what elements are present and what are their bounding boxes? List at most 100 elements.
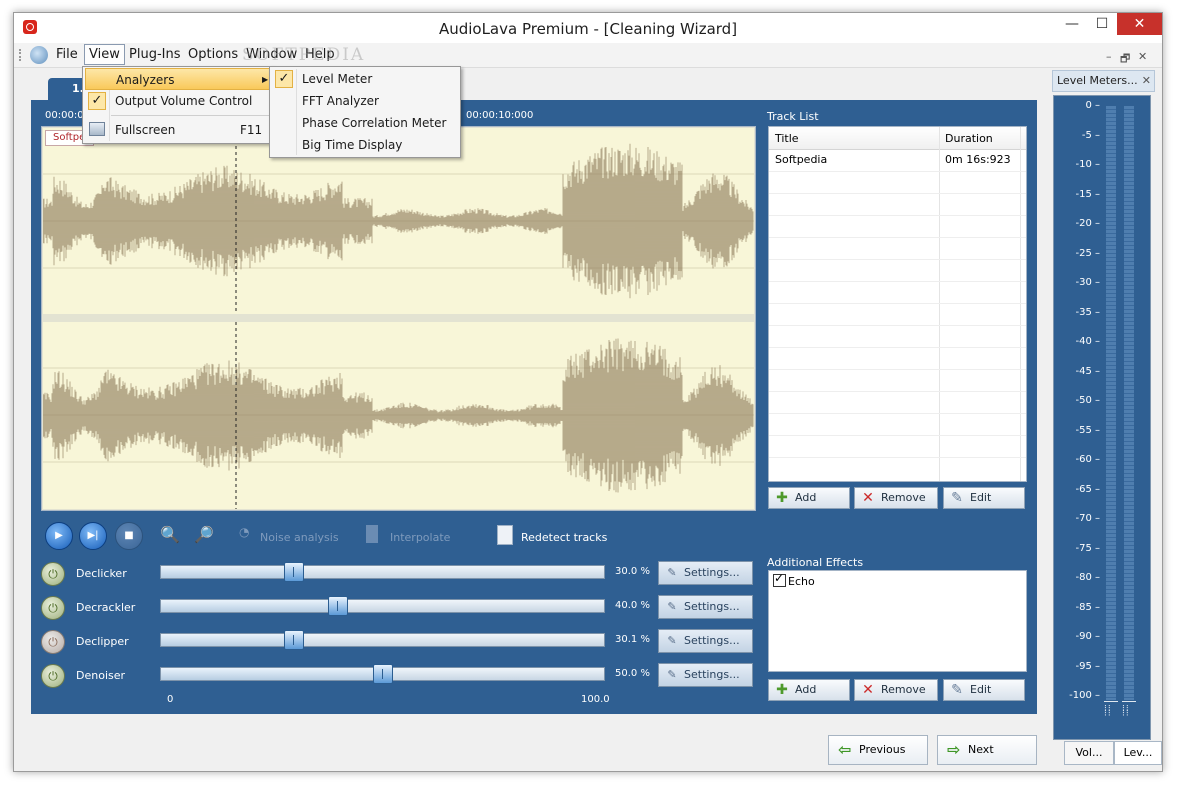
effect-remove-button[interactable]: ✕ Remove [854, 679, 938, 701]
menu-options[interactable]: Options [188, 47, 238, 62]
menu-item-fft-analyzer[interactable]: FFT Analyzer [272, 90, 458, 112]
analyzers-label: Analyzers [116, 73, 175, 87]
slider-fill [161, 634, 295, 646]
menu-view[interactable]: View [84, 44, 125, 65]
slider-thumb[interactable] [328, 596, 349, 616]
menu-item-big-time-display[interactable]: Big Time Display [272, 134, 458, 156]
declipper-value: 30.1 % [615, 634, 650, 645]
softpedia-watermark: SOFTPEDIA [242, 45, 366, 65]
declicker-settings-button[interactable]: ✎ Settings... [658, 561, 753, 585]
zoom-out-icon[interactable]: 🔎 [192, 525, 216, 547]
additional-effects-list[interactable]: Echo [768, 570, 1027, 672]
zoom-in-icon[interactable]: 🔍 [158, 525, 182, 547]
settings-pencil-icon: ✎ [667, 634, 677, 647]
db-scale-label: -50 – [1075, 395, 1100, 406]
toolbar-grip-icon[interactable] [19, 49, 23, 61]
table-row-empty [769, 303, 1026, 326]
denoiser-slider[interactable] [160, 664, 605, 684]
menu-file[interactable]: File [56, 47, 78, 62]
effect-edit-button[interactable]: ✎ Edit [943, 679, 1025, 701]
slider-thumb[interactable] [283, 562, 304, 582]
db-scale-label: -100 – [1069, 690, 1100, 701]
slider-fill [161, 668, 383, 680]
column-duration[interactable]: Duration [945, 132, 993, 145]
db-scale-label: -10 – [1075, 159, 1100, 170]
table-row[interactable]: Softpedia 0m 16s:923 [769, 149, 1026, 172]
settings-label: Settings... [684, 600, 740, 613]
waveform-channel-right[interactable] [43, 322, 754, 509]
echo-checkbox[interactable] [773, 571, 786, 587]
track-edit-button[interactable]: ✎ Edit [943, 487, 1025, 509]
menu-item-level-meter[interactable]: ✓ Level Meter [272, 68, 458, 90]
fft-analyzer-label: FFT Analyzer [302, 94, 379, 108]
decrackler-slider[interactable] [160, 596, 605, 616]
play-from-cursor-button[interactable]: ▶| [79, 522, 107, 550]
tab-volume[interactable]: Vol... [1064, 741, 1114, 765]
menu-item-analyzers[interactable]: Analyzers ▶ [85, 68, 271, 90]
next-button[interactable]: ⇨ Next [937, 735, 1037, 765]
mdi-restore-button[interactable]: 🗗 [1120, 50, 1130, 69]
menu-item-output-volume-control[interactable]: ✓ Output Volume Control [85, 90, 271, 112]
tab-level-meters[interactable]: Lev... [1114, 741, 1162, 765]
fullscreen-shortcut: F11 [240, 123, 263, 137]
table-row-empty [769, 347, 1026, 370]
track-add-label: Add [795, 491, 817, 504]
interpolate-button[interactable]: Interpolate [390, 531, 450, 544]
settings-label: Settings... [684, 634, 740, 647]
mdi-close-button[interactable]: ✕ [1138, 50, 1147, 63]
track-list[interactable]: Title Duration Softpedia 0m 16s:923 [768, 126, 1027, 482]
declicker-power-icon[interactable]: ⏻ [41, 562, 65, 586]
settings-label: Settings... [684, 668, 740, 681]
declipper-power-icon[interactable]: ⏻ [41, 630, 65, 654]
effect-add-label: Add [795, 683, 817, 696]
waveform-view[interactable]: Softpe [41, 126, 756, 511]
stop-button[interactable]: ■ [115, 522, 143, 550]
db-scale-label: -5 – [1081, 129, 1100, 141]
denoiser-settings-button[interactable]: ✎ Settings... [658, 663, 753, 687]
declipper-settings-button[interactable]: ✎ Settings... [658, 629, 753, 653]
minimize-button[interactable]: — [1057, 13, 1087, 35]
maximize-button[interactable]: ☐ [1087, 13, 1117, 35]
plus-icon: ✚ [776, 490, 788, 506]
declicker-slider[interactable] [160, 562, 605, 582]
edit-pencil-icon: ✎ [951, 490, 963, 506]
decrackler-power-icon[interactable]: ⏻ [41, 596, 65, 620]
effect-echo-item[interactable]: Echo [773, 571, 815, 588]
effect-add-button[interactable]: ✚ Add [768, 679, 850, 701]
track-remove-button[interactable]: ✕ Remove [854, 487, 938, 509]
settings-pencil-icon: ✎ [667, 566, 677, 579]
table-row-empty [769, 369, 1026, 392]
play-button[interactable]: ▶ [45, 522, 73, 550]
db-scale-label: -25 – [1075, 247, 1100, 259]
slider-thumb[interactable] [284, 630, 305, 650]
peak-reset-icon[interactable]: ⁝⁝ ⁝⁝ [1104, 705, 1118, 719]
menu-plug-ins[interactable]: Plug-Ins [129, 47, 180, 62]
mdi-minimize-button[interactable]: – [1106, 50, 1112, 63]
close-button[interactable]: ✕ [1117, 13, 1162, 35]
db-scale-label: -35 – [1075, 306, 1100, 318]
settings-pencil-icon: ✎ [667, 668, 677, 681]
db-scale-label: -95 – [1075, 660, 1100, 672]
slider-thumb[interactable] [372, 664, 393, 684]
peak-reset-icon[interactable]: ⁝⁝ ⁝⁝ [1122, 705, 1136, 719]
app-menu-icon[interactable] [30, 46, 48, 64]
menu-item-phase-correlation[interactable]: Phase Correlation Meter [272, 112, 458, 134]
redetect-tracks-button[interactable]: Redetect tracks [521, 531, 607, 544]
track-add-button[interactable]: ✚ Add [768, 487, 850, 509]
declipper-slider[interactable] [160, 630, 605, 650]
denoiser-power-icon[interactable]: ⏻ [41, 664, 65, 688]
decrackler-settings-button[interactable]: ✎ Settings... [658, 595, 753, 619]
play-cursor-icon: ▶| [87, 530, 99, 541]
fullscreen-label: Fullscreen [115, 123, 176, 137]
previous-button[interactable]: ⇦ Previous [828, 735, 928, 765]
noise-analysis-icon: ◔ [239, 525, 250, 539]
decrackler-value: 40.0 % [615, 600, 650, 611]
menu-item-fullscreen[interactable]: Fullscreen F11 [85, 119, 271, 141]
fullscreen-icon [89, 122, 105, 136]
noise-analysis-button[interactable]: Noise analysis [260, 531, 339, 544]
declicker-label: Declicker [76, 567, 127, 580]
column-title[interactable]: Title [775, 132, 799, 145]
close-icon[interactable]: ✕ [1142, 71, 1151, 91]
track-list-title: Track List [767, 110, 819, 123]
denoiser-value: 50.0 % [615, 668, 650, 679]
